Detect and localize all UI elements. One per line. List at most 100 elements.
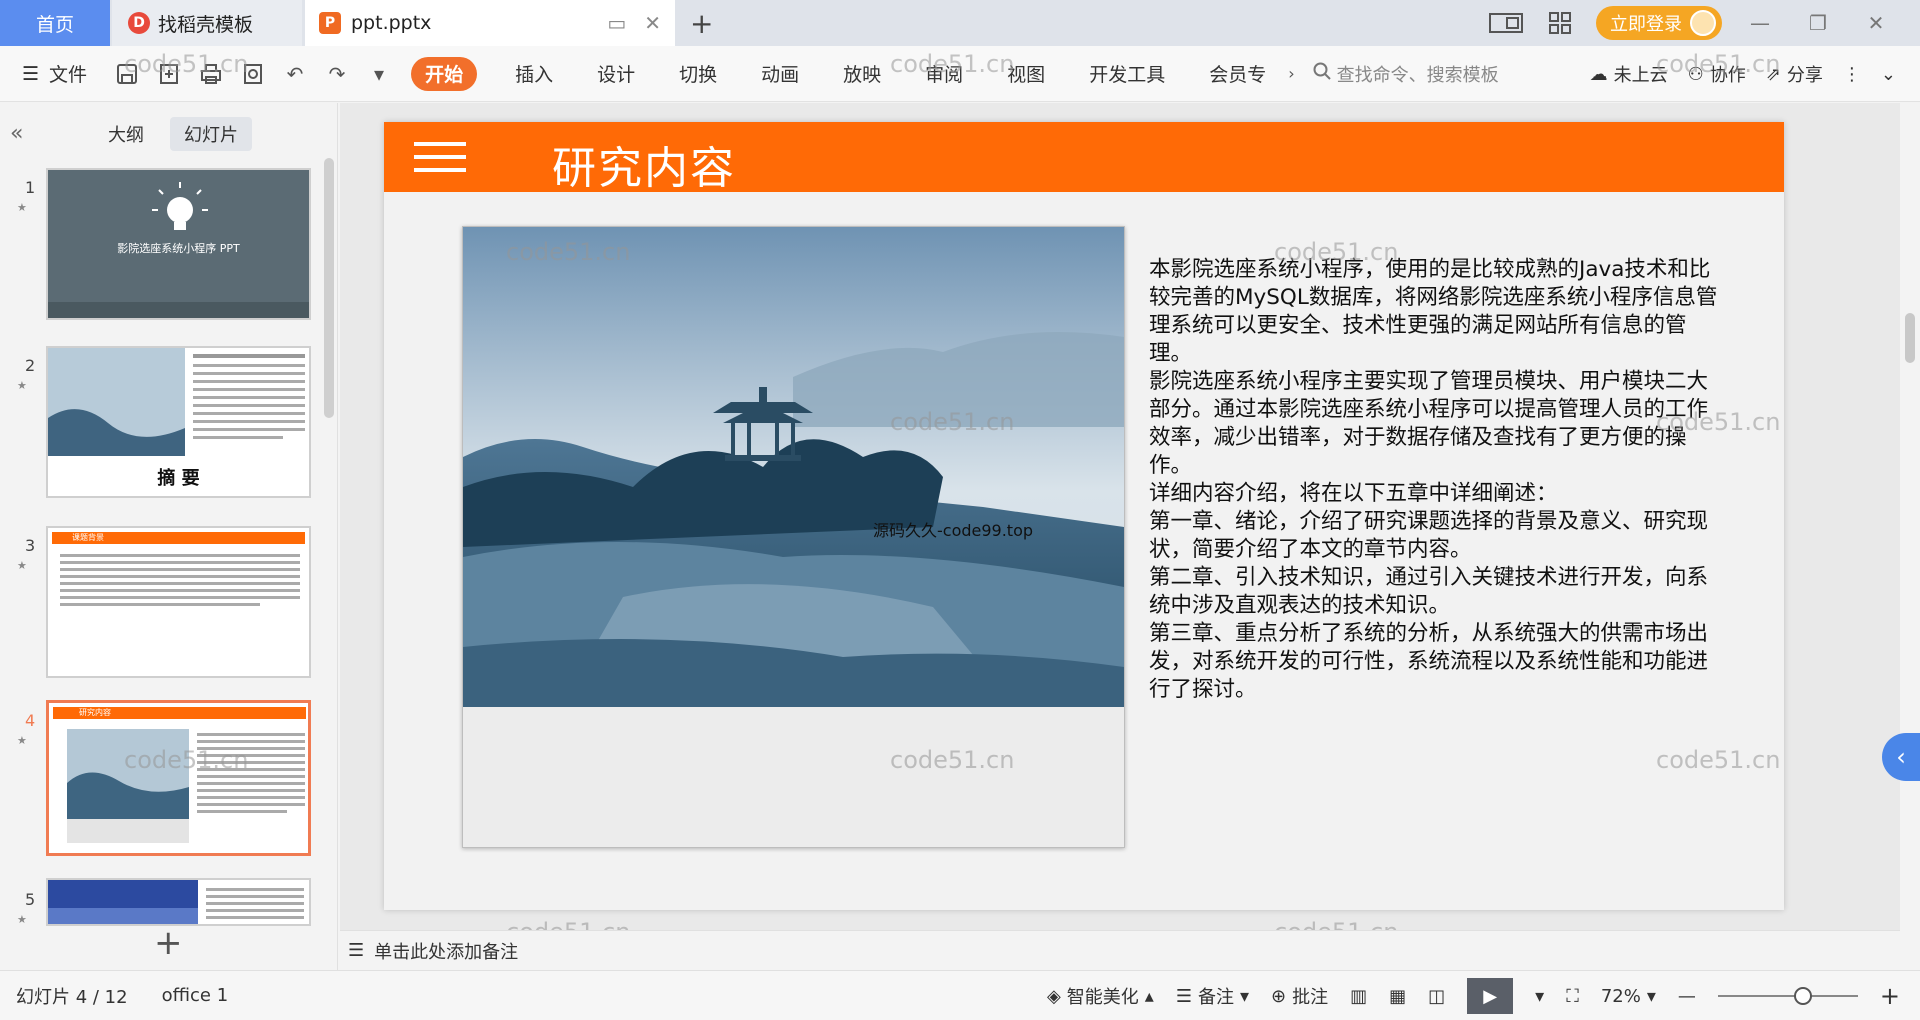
close-window-button[interactable]: ✕ [1856,8,1896,38]
slide-paragraph: 详细内容介绍，将在以下五章中详细阐述： [1149,481,1558,506]
pin-window-icon[interactable]: ▭ [607,11,626,35]
command-search[interactable]: 查找命令、搜索模板 [1313,61,1499,87]
menu-animations[interactable]: 动画 [739,57,821,91]
zoom-in-button[interactable]: + [1880,982,1900,1010]
photo-caption: 源码久久-code99.top [873,521,1034,540]
status-bar: 幻灯片 4 / 12 office 1 ◈ 智能美化 ▴ ☰ 备注 ▾ ⊕ 批注 ▥ ▦ … [0,970,1920,1020]
file-menu[interactable]: ☰ 文件 [22,60,87,87]
minimize-button[interactable]: — [1740,8,1780,38]
beautify-label: 智能美化 [1066,987,1139,1008]
thumb-number: 1 [25,178,36,197]
smart-beautify-button[interactable]: ◈ 智能美化 ▴ [1047,983,1154,1009]
watermark: code51.cn [1656,408,1781,436]
notes-icon: ☰ [348,940,365,961]
menu-home[interactable]: 开始 [411,56,478,91]
watermark: code51.cn [1274,238,1399,266]
more-menus-chevron-icon[interactable]: › [1288,64,1294,83]
slide-thumbnail-1[interactable]: 影院选座系统小程序 PPT [46,168,311,320]
slide-paragraph: 第二章、引入技术知识，通过引入关键技术进行开发，向系统中涉及直观表达的技术知识。 [1149,565,1709,618]
slide-title[interactable]: 研究内容 [552,132,736,196]
close-tab-icon[interactable]: ✕ [644,11,661,35]
comment-label: 批注 [1292,987,1329,1008]
undo-icon[interactable]: ↶ [281,60,309,88]
fit-window-icon[interactable]: ⛶ [1566,986,1579,1007]
login-label: 立即登录 [1610,14,1682,35]
hamburger-menu-icon: ☰ [22,62,40,85]
notes-placeholder: 单击此处添加备注 [374,941,519,963]
menu-member[interactable]: 会员专 [1187,57,1288,91]
slides-panel: « 大纲 幻灯片 1 ★ 影院选座系统小程序 PPT 2 ★ 摘 要 3 ★ 课… [0,103,338,970]
slide-picture[interactable]: 源码久久-code99.top [462,226,1125,848]
tab-template[interactable]: D 找稻壳模板 [112,0,302,46]
search-placeholder: 查找命令、搜索模板 [1336,64,1499,86]
share-label: 分享 [1786,65,1823,86]
menu-developer[interactable]: 开发工具 [1067,57,1187,91]
thumb-star-icon: ★ [17,559,27,572]
canvas-scrollbar[interactable] [1900,103,1920,930]
tab-home[interactable]: 首页 [0,0,110,46]
comment-button[interactable]: ⊕ 批注 [1271,983,1328,1009]
watermark: code51.cn [890,746,1015,774]
zoom-slider-knob[interactable] [1793,987,1812,1005]
thumb-title: 摘 要 [157,468,200,489]
slide-thumbnail-5[interactable] [46,878,311,926]
zoom-value: 72% [1600,985,1641,1007]
slide-sorter-icon[interactable]: ▦ [1389,986,1406,1007]
watermark: code51.cn [890,408,1015,436]
tab-slides[interactable]: 幻灯片 [170,117,252,151]
slide-thumbnail-3[interactable]: 课题背景 [46,526,311,678]
zoom-out-button[interactable]: — [1678,986,1696,1007]
restore-button[interactable]: ❐ [1798,8,1838,38]
tab-document-label: ppt.pptx [351,12,432,34]
tab-outline[interactable]: 大纲 [94,117,158,151]
slide-paragraph: 影院选座系统小程序主要实现了管理员模块、用户模块二大部分。通过本影院选座系统小程… [1149,369,1709,478]
thumb-number: 3 [25,536,36,555]
slide-thumbnail-4[interactable]: 研究内容 [46,700,311,856]
zoom-level[interactable]: 72% ▾ [1601,986,1656,1007]
notes-toggle-icon: ☰ [1175,985,1192,1007]
collapse-ribbon-icon[interactable]: ⌄ [1881,64,1896,85]
more-options-icon[interactable]: ⋮ [1843,64,1861,85]
slide-paragraph: 第三章、重点分析了系统的分析，从系统强大的供需市场出发，对系统开发的可行性，系统… [1149,621,1709,702]
ribbon-tabs: 开始 插入 设计 切换 动画 放映 审阅 视图 开发工具 会员专 › [411,56,1295,91]
reading-mode-icon[interactable] [1488,9,1524,37]
panel-scrollbar[interactable] [324,158,334,418]
title-bar: 首页 D 找稻壳模板 P ppt.pptx ▭ ✕ + 立即登录 — ❐ ✕ [0,0,1920,46]
night-sky-thumbnail-image [48,880,304,924]
chevron-down-icon: ▾ [1646,985,1656,1007]
notes-bar[interactable]: ☰ 单击此处添加备注 [340,930,1900,970]
apps-grid-icon[interactable] [1542,9,1578,37]
menu-design[interactable]: 设计 [575,57,657,91]
thumb-number: 5 [25,890,36,909]
text-lines-thumbnail [60,554,300,606]
tab-document[interactable]: P ppt.pptx ▭ ✕ [305,0,675,46]
theme-name[interactable]: office 1 [162,985,229,1006]
slide-header-bar: 研究内容 [384,122,1784,194]
normal-view-icon[interactable]: ▥ [1350,986,1367,1007]
watermark: code51.cn [124,50,249,78]
reading-view-icon[interactable]: ◫ [1428,986,1445,1007]
login-button[interactable]: 立即登录 [1596,6,1722,40]
thumb-title: 课题背景 [72,533,104,542]
customize-toolbar-icon[interactable]: ▾ [365,60,393,88]
scrollbar-thumb[interactable] [1905,313,1915,363]
redo-icon[interactable]: ↷ [323,60,351,88]
slide-paragraph: 本影院选座系统小程序，使用的是比较成熟的Java技术和比较完善的MySQL数据库… [1149,257,1718,366]
play-options-chevron-icon[interactable]: ▾ [1535,986,1544,1007]
slide-thumbnail-2[interactable]: 摘 要 [46,346,311,498]
menu-insert[interactable]: 插入 [493,57,575,91]
menu-transitions[interactable]: 切换 [657,57,739,91]
watermark: code51.cn [124,746,249,774]
add-slide-button[interactable]: + [154,923,183,963]
new-tab-button[interactable]: + [690,0,713,46]
pavilion-landscape-image: 源码久久-code99.top [463,227,1124,707]
slide-body-text[interactable]: 本影院选座系统小程序，使用的是比较成熟的Java技术和比较完善的MySQL数据库… [1149,256,1729,704]
notes-toggle-button[interactable]: ☰ 备注 ▾ [1176,983,1249,1009]
collapse-panel-icon[interactable]: « [10,121,23,146]
zoom-slider[interactable] [1717,987,1858,1005]
notes-toggle-label: 备注 [1197,987,1234,1008]
thumb-star-icon: ★ [17,913,27,926]
play-slideshow-button[interactable]: ▶ [1467,978,1514,1014]
thumb-title: 研究内容 [79,708,111,717]
avatar [1690,10,1716,36]
